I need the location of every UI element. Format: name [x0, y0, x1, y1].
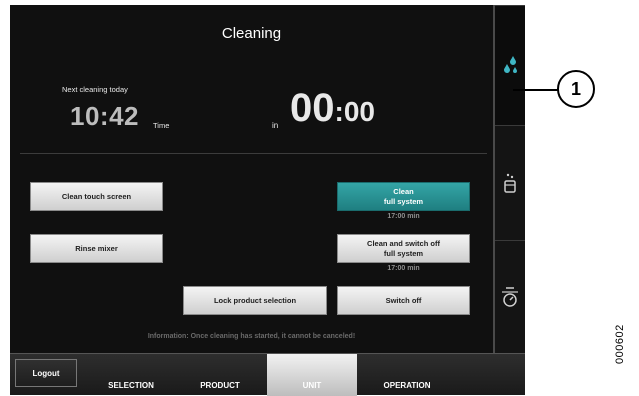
bottom-navigation: Logout SELECTION PRODUCT UNIT OPERATION [10, 353, 525, 396]
sidebar-item-timer[interactable] [495, 240, 525, 353]
sidebar-item-milk[interactable] [495, 125, 525, 240]
rinse-mixer-button[interactable]: Rinse mixer [30, 234, 163, 263]
next-cleaning-time: 10:42 [70, 101, 139, 131]
clean-switch-off-button[interactable]: Clean and switch off full system [337, 234, 470, 263]
sidebar-item-cleaning[interactable] [495, 5, 525, 125]
timer-icon [502, 287, 518, 307]
clean-touch-screen-button[interactable]: Clean touch screen [30, 182, 163, 211]
countdown-minutes: :00 [334, 96, 375, 127]
lock-product-selection-button[interactable]: Lock product selection [183, 286, 327, 315]
countdown-hours: 00 [290, 86, 335, 130]
switch-off-button[interactable]: Switch off [337, 286, 470, 315]
water-drops-icon [504, 55, 517, 73]
page-title: Cleaning [221, 25, 282, 42]
switch-off-label: Switch off [385, 295, 422, 305]
clean-switch-off-label: Clean and switch off full system [367, 239, 440, 258]
callout-marker: 1 [557, 70, 595, 108]
clean-full-system-duration: 17:00 min [387, 213, 420, 220]
countdown-display: 00:00 [290, 86, 375, 131]
figure-id: 000602 [614, 324, 626, 364]
tab-selection[interactable]: SELECTION [87, 354, 175, 396]
tab-unit[interactable]: UNIT [267, 354, 357, 396]
clean-full-system-button[interactable]: Clean full system [337, 182, 470, 211]
countdown-in-label: in [272, 121, 279, 130]
tab-operation[interactable]: OPERATION [357, 354, 457, 396]
tab-product[interactable]: PRODUCT [175, 354, 265, 396]
lock-product-selection-label: Lock product selection [213, 295, 297, 305]
section-divider [20, 153, 487, 154]
time-unit-label: Time [153, 121, 170, 130]
control-panel-screen: Cleaning Next cleaning today 10:42 Time … [10, 5, 525, 396]
clean-touch-screen-label: Clean touch screen [61, 191, 132, 201]
next-cleaning-label: Next cleaning today [62, 85, 128, 94]
logout-button[interactable]: Logout [15, 359, 77, 387]
info-message: Information: Once cleaning has started, … [147, 333, 356, 340]
milk-container-icon [504, 173, 516, 193]
rinse-mixer-label: Rinse mixer [75, 243, 118, 253]
callout-leader-line [513, 89, 559, 91]
clean-full-system-label: Clean full system [383, 187, 424, 206]
clean-switch-off-duration: 17:00 min [387, 265, 420, 272]
